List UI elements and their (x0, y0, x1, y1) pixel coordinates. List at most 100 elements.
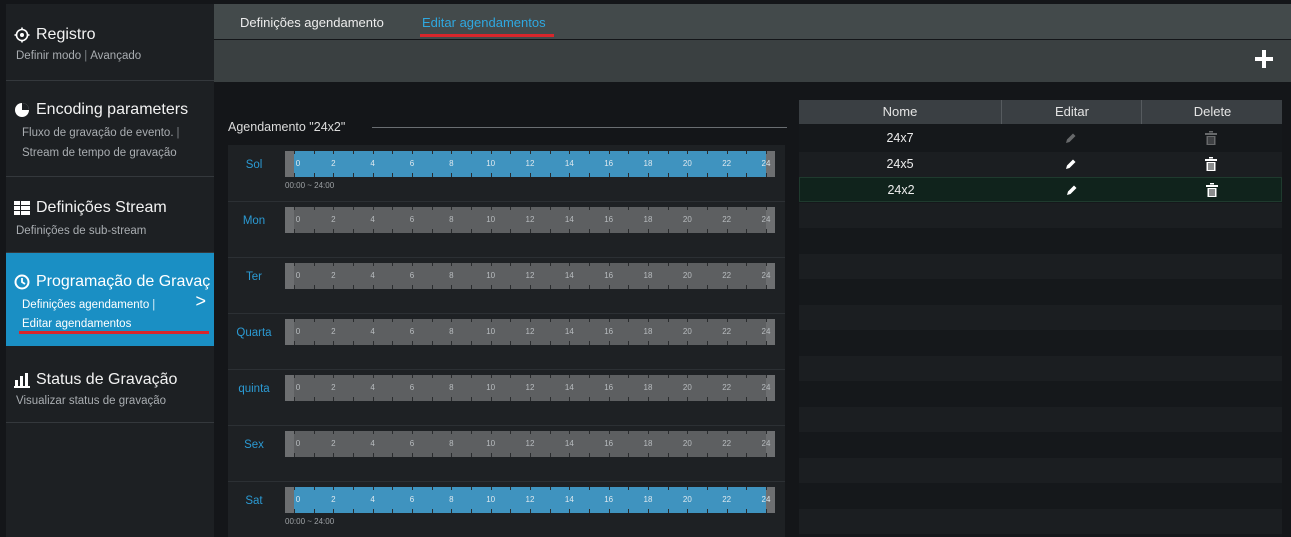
tab-definicoes-agendamento[interactable]: Definições agendamento (240, 15, 384, 30)
timeline-tick (687, 229, 689, 233)
timeline-tick (313, 431, 315, 434)
hour-label: 16 (604, 271, 614, 280)
timeline-tick (549, 173, 551, 177)
schedule-timeline-bar[interactable]: 0 2 4 6 8 10 12 14 16 18 20 22 24 (285, 207, 775, 233)
sidebar-item-programacao[interactable]: Programação de Gravaç Definições agendam… (6, 253, 214, 346)
hour-label: 8 (449, 383, 454, 392)
timeline-tick (412, 397, 413, 401)
hour-label: 8 (449, 215, 454, 224)
hour-label: 2 (331, 327, 336, 336)
timeline-tick (608, 453, 610, 457)
timeline-tick (333, 431, 335, 434)
timeline-tick (549, 453, 551, 457)
timeline-tick (510, 263, 512, 266)
hour-label: 14 (564, 271, 574, 280)
timeline-tick (766, 487, 767, 490)
timeline-tick (412, 173, 413, 177)
timeline-tick (333, 509, 335, 513)
plus-icon[interactable] (1253, 48, 1275, 70)
day-label: Sol (245, 159, 263, 171)
timeline-tick (589, 431, 590, 434)
timeline-tick (412, 319, 413, 322)
schedule-title: Agendamento "24x2" (228, 120, 346, 134)
edit-pencil-icon[interactable] (1065, 158, 1077, 170)
schedule-timeline-bar[interactable]: 0 2 4 6 8 10 12 14 16 18 20 22 24 (285, 375, 775, 401)
hour-label: 16 (604, 215, 614, 224)
timeline-tick (372, 509, 374, 513)
timeline-tick (569, 375, 571, 378)
delete-trash-icon[interactable] (1205, 131, 1217, 145)
tab-editar-agendamentos[interactable]: Editar agendamentos (422, 15, 546, 30)
timeline-tick (648, 431, 649, 434)
timeline-tick (412, 285, 413, 289)
timeline-tick (569, 229, 571, 233)
table-row (799, 381, 1282, 406)
timeline-tick (431, 453, 433, 457)
timeline-tick (412, 509, 413, 513)
sidebar-link-editar-agendamentos[interactable]: Editar agendamentos (22, 318, 131, 330)
timeline-tick (313, 285, 315, 289)
timeline-tick (313, 487, 315, 490)
timeline-tick (608, 375, 610, 378)
timeline-tick (451, 341, 453, 345)
sidebar-link-fluxo[interactable]: Fluxo de gravação de evento. (22, 127, 174, 139)
timeline-tick (392, 453, 394, 457)
timeline-tick (392, 263, 394, 266)
timeline-tick (510, 285, 512, 289)
schedule-day-row: Ter 0 2 4 6 8 10 12 14 16 18 20 22 24 (228, 257, 785, 313)
hour-label: 6 (409, 383, 415, 392)
timeline-tick (333, 285, 335, 289)
hour-label: 18 (643, 383, 653, 392)
edit-pencil-icon[interactable] (1065, 132, 1077, 144)
hour-label: 12 (525, 327, 535, 336)
hour-label: 20 (682, 271, 692, 280)
sidebar-link-visualizar-status[interactable]: Visualizar status de gravação (16, 395, 166, 407)
timeline-tick (667, 341, 669, 345)
edit-pencil-icon[interactable] (1066, 184, 1078, 196)
hour-label: 4 (370, 439, 375, 448)
sidebar-item-encoding[interactable]: Encoding parameters Fluxo de gravação de… (6, 81, 214, 177)
delete-trash-icon[interactable] (1205, 156, 1217, 171)
hour-label: 14 (564, 215, 574, 224)
clock-icon (14, 274, 30, 290)
timeline-tick (294, 285, 295, 289)
table-row[interactable]: 24x5 (799, 151, 1282, 177)
timeline-tick (372, 319, 374, 322)
schedule-timeline-bar[interactable]: 0 2 4 6 8 10 12 14 16 18 20 22 24 (285, 263, 775, 289)
sidebar-link-definicoes-agendamento[interactable]: Definições agendamento (22, 299, 149, 311)
timeline-tick (608, 229, 610, 233)
timeline-tick (313, 375, 315, 378)
hour-label: 22 (722, 271, 732, 280)
timeline-tick (707, 285, 708, 289)
sidebar-item-status[interactable]: Status de Gravação Visualizar status de … (6, 347, 214, 423)
sidebar-item-registro[interactable]: Registro Definir modo | Avançado (6, 4, 214, 81)
timeline-tick (569, 263, 571, 266)
hour-label: 20 (682, 495, 692, 504)
schedule-timeline-bar[interactable]: 0 2 4 6 8 10 12 14 16 18 20 22 24 (285, 487, 775, 513)
hour-label: 20 (682, 383, 692, 392)
schedule-timeline-bar[interactable]: 0 2 4 6 8 10 12 14 16 18 20 22 24 (285, 151, 775, 177)
timeline-tick (431, 173, 433, 177)
hour-label: 0 (295, 383, 301, 392)
hour-label: 14 (564, 159, 574, 168)
timeline-tick (471, 375, 472, 378)
timeline-tick (490, 319, 492, 322)
schedule-timeline-bar[interactable]: 0 2 4 6 8 10 12 14 16 18 20 22 24 (285, 319, 775, 345)
timeline-tick (549, 509, 551, 513)
chevron-right-icon[interactable]: > (195, 291, 206, 312)
timeline-tick (589, 453, 590, 457)
sidebar-link-avancado[interactable]: Avançado (90, 50, 141, 62)
delete-trash-icon[interactable] (1206, 183, 1218, 197)
schedule-timeline-bar[interactable]: 0 2 4 6 8 10 12 14 16 18 20 22 24 (285, 431, 775, 457)
timeline-tick (746, 453, 748, 457)
table-row[interactable]: 24x7 (799, 126, 1282, 151)
sidebar-link-sub-stream[interactable]: Definições de sub-stream (16, 225, 146, 237)
column-header-nome: Nome (882, 104, 918, 119)
timeline-tick (766, 285, 767, 289)
sidebar-link-definir-modo[interactable]: Definir modo (16, 50, 81, 62)
table-row[interactable]: 24x2 (799, 177, 1282, 202)
schedule-day-row: Sat 0 2 4 6 8 10 12 14 16 18 20 22 24 00:00 ~ 24:00 (228, 481, 785, 537)
sidebar-item-stream[interactable]: Definições Stream Definições de sub-stre… (6, 177, 214, 253)
sidebar-link-stream-tempo[interactable]: Stream de tempo de gravação (22, 147, 177, 159)
timeline-tick (667, 487, 669, 490)
